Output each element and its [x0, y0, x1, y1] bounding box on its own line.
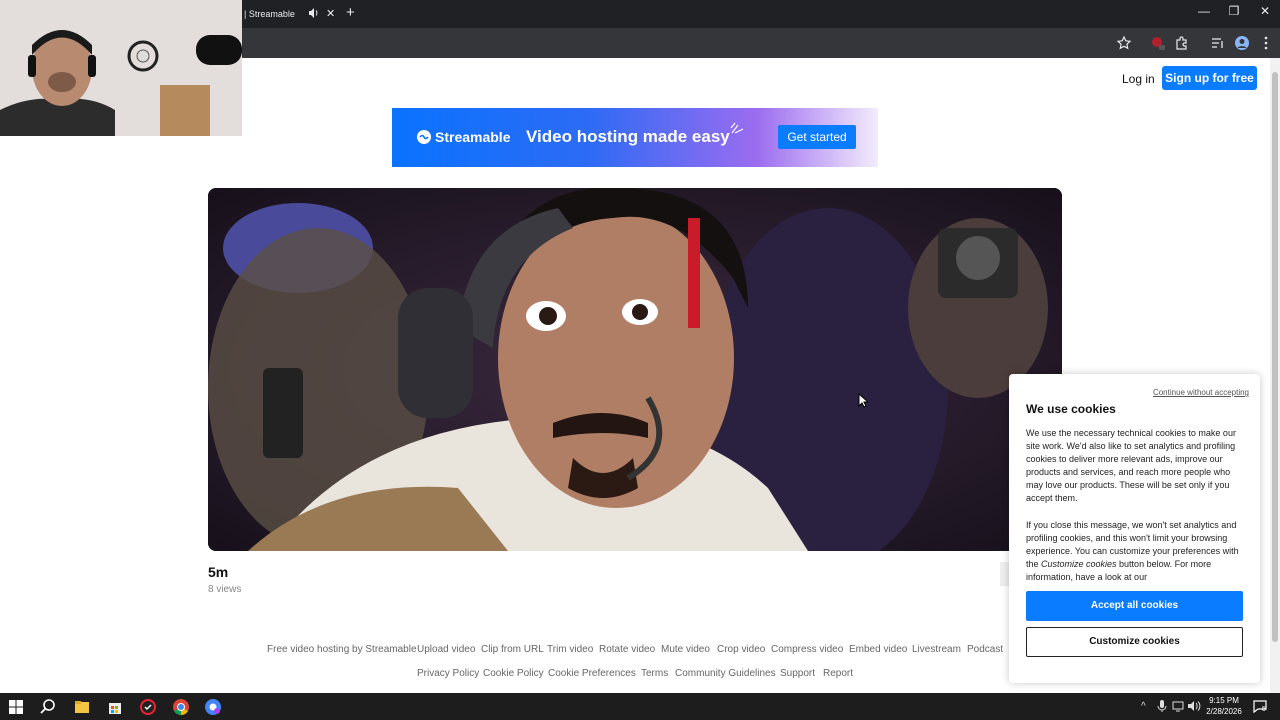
scrollbar-thumb[interactable]: [1272, 72, 1278, 642]
footer-link-podcast[interactable]: Podcast: [967, 644, 1003, 655]
footer-link-free-hosting[interactable]: Free video hosting by Streamable: [267, 644, 417, 655]
restore-button[interactable]: ❐: [1224, 4, 1244, 18]
notification-count: 5: [1262, 706, 1266, 713]
signup-button[interactable]: Sign up for free: [1162, 66, 1257, 90]
browser-tab[interactable]: | Streamable ✕: [242, 0, 342, 28]
kebab-menu-icon[interactable]: [1258, 35, 1274, 51]
store-icon[interactable]: [106, 698, 124, 716]
video-frame: [208, 188, 1062, 551]
footer-link-support[interactable]: Support: [780, 668, 815, 679]
star-icon[interactable]: [1116, 35, 1132, 51]
footer-link-clip[interactable]: Clip from URL: [481, 644, 544, 655]
minimize-button[interactable]: —: [1194, 4, 1214, 18]
chrome-icon[interactable]: [172, 698, 190, 716]
video-views: 8 views: [208, 584, 242, 595]
streamable-logo-icon: [417, 130, 431, 144]
tray-chevron-icon[interactable]: ^: [1141, 701, 1146, 712]
accept-all-cookies-button[interactable]: Accept all cookies: [1026, 591, 1243, 621]
webcam-overlay: [0, 0, 242, 136]
speaker-icon[interactable]: [308, 7, 320, 19]
customize-cookies-button[interactable]: Customize cookies: [1026, 627, 1243, 657]
window-close-button[interactable]: ✕: [1255, 4, 1275, 18]
extension-red-icon[interactable]: [1150, 35, 1166, 51]
sparkle-icon: [730, 122, 744, 134]
webcam-image: [0, 0, 242, 136]
app-red-icon[interactable]: [139, 698, 157, 716]
microphone-icon[interactable]: [1155, 699, 1169, 713]
cookie-paragraph-2: If you close this message, we won't set …: [1026, 520, 1239, 582]
footer-link-terms[interactable]: Terms: [641, 668, 668, 679]
cookie-consent-panel: Continue without accepting We use cookie…: [1009, 374, 1260, 683]
cookie-heading: We use cookies: [1026, 402, 1116, 416]
windows-start-icon[interactable]: [7, 698, 25, 716]
footer-link-privacy[interactable]: Privacy Policy: [417, 668, 479, 679]
network-icon[interactable]: [1171, 699, 1185, 713]
video-title: 5m: [208, 564, 229, 580]
footer-link-livestream[interactable]: Livestream: [912, 644, 961, 655]
footer-link-crop[interactable]: Crop video: [717, 644, 765, 655]
cookie-paragraph-1: We use the necessary technical cookies t…: [1026, 428, 1236, 503]
footer-link-embed[interactable]: Embed video: [849, 644, 907, 655]
footer-link-cookie-policy[interactable]: Cookie Policy: [483, 668, 544, 679]
footer-link-guidelines[interactable]: Community Guidelines: [675, 668, 776, 679]
volume-icon[interactable]: [1187, 699, 1201, 713]
get-started-button[interactable]: Get started: [778, 125, 856, 149]
profile-icon[interactable]: [1234, 35, 1250, 51]
chrome-profile-icon[interactable]: [204, 698, 222, 716]
footer-link-upload[interactable]: Upload video: [417, 644, 475, 655]
media-control-icon[interactable]: [1210, 35, 1226, 51]
clock-date: 2/28/2026: [1206, 707, 1242, 716]
puzzle-icon[interactable]: [1174, 35, 1190, 51]
page-scrollbar[interactable]: [1270, 58, 1280, 693]
windows-taskbar: ^ 9:15 PM 2/28/2026 5: [0, 693, 1280, 720]
footer-link-mute[interactable]: Mute video: [661, 644, 710, 655]
mouse-cursor-icon: [858, 393, 868, 408]
footer-link-trim[interactable]: Trim video: [547, 644, 593, 655]
footer-link-compress[interactable]: Compress video: [771, 644, 843, 655]
promo-banner[interactable]: Streamable Video hosting made easy Get s…: [392, 108, 878, 167]
footer-link-report[interactable]: Report: [823, 668, 853, 679]
banner-tagline: Video hosting made easy: [526, 127, 730, 146]
banner-brand: Streamable: [435, 129, 511, 145]
clock-time: 9:15 PM: [1209, 696, 1239, 705]
continue-without-accepting-link[interactable]: Continue without accepting: [1153, 388, 1249, 397]
search-icon[interactable]: [39, 698, 57, 716]
footer-link-rotate[interactable]: Rotate video: [599, 644, 655, 655]
taskbar-clock[interactable]: 9:15 PM 2/28/2026: [1200, 695, 1248, 717]
tab-close-icon[interactable]: ✕: [326, 7, 335, 20]
new-tab-button[interactable]: +: [346, 4, 355, 21]
video-player[interactable]: [208, 188, 1062, 551]
tab-title: | Streamable: [244, 9, 295, 19]
login-link[interactable]: Log in: [1122, 72, 1155, 86]
file-explorer-icon[interactable]: [73, 698, 91, 716]
footer-link-cookie-prefs[interactable]: Cookie Preferences: [548, 668, 636, 679]
